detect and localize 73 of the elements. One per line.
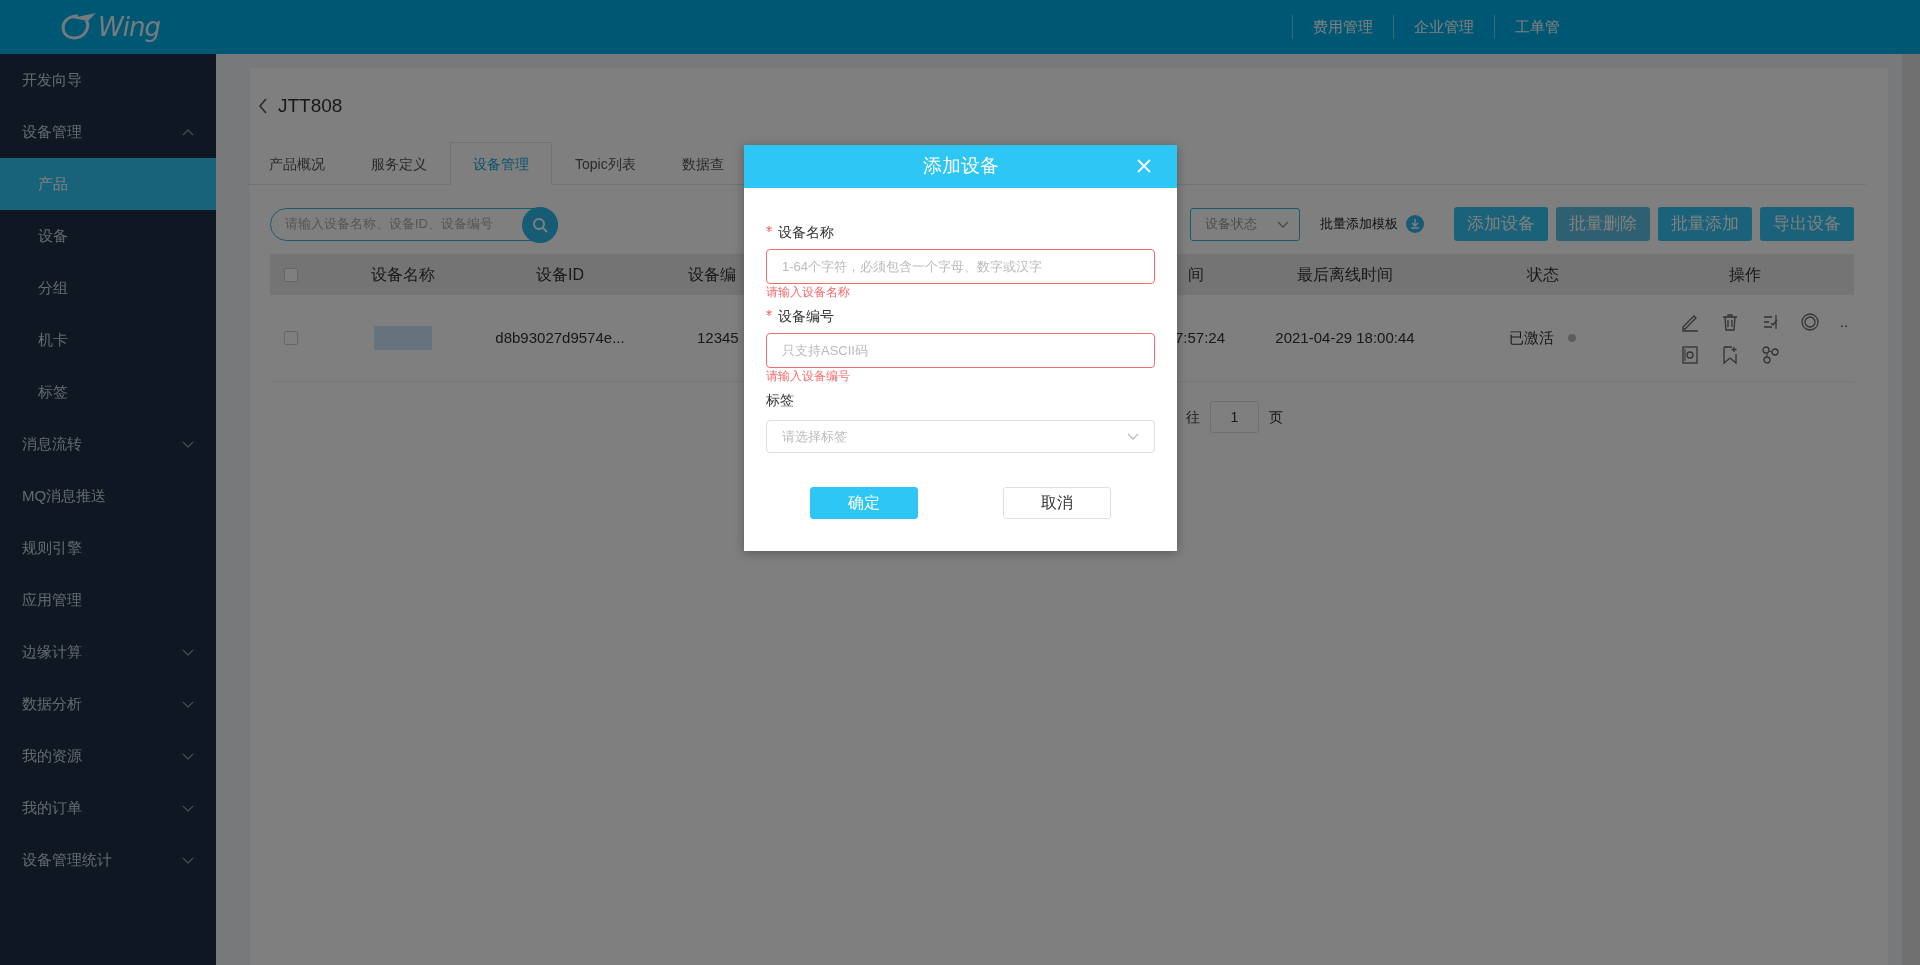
toolbar-button[interactable]: 导出设备 (1760, 207, 1854, 241)
checkbox[interactable] (284, 267, 298, 282)
chevron-down-icon (1127, 433, 1139, 440)
sidebar-subitem[interactable]: 分组 (0, 262, 216, 314)
ring-icon[interactable] (1799, 312, 1820, 332)
search-icon (532, 216, 548, 233)
toolbar-button[interactable]: 批量添加 (1658, 207, 1752, 241)
status-text: 已激活 (1509, 327, 1554, 348)
field-label: 设备名称 (778, 222, 834, 242)
table-cell: 7:57:24 (1174, 328, 1225, 346)
cancel-button[interactable]: 取消 (1003, 487, 1111, 519)
page-title: JTT808 (278, 93, 343, 118)
required-asterisk-icon (766, 310, 772, 316)
scrollbar[interactable] (1902, 54, 1920, 965)
table-cell: 12345 (697, 328, 739, 346)
field-label: 设备编号 (778, 306, 834, 326)
required-asterisk-icon (766, 226, 772, 232)
error-message: 请输入设备名称 (766, 284, 851, 301)
field-label: 标签 (766, 390, 794, 410)
sidebar-group[interactable]: 我的资源 (0, 730, 216, 782)
dialog-title: 添加设备 (922, 154, 999, 179)
safe-icon[interactable] (1680, 345, 1700, 366)
nodes-icon[interactable] (1759, 345, 1780, 366)
page-suffix: 页 (1269, 407, 1283, 427)
toolbar-button[interactable]: 添加设备 (1454, 207, 1548, 241)
page-input[interactable]: 1 (1210, 401, 1259, 433)
sidebar-subitem[interactable]: 设备 (0, 210, 216, 262)
tab[interactable]: 产品概况 (246, 142, 348, 184)
sidebar-group[interactable]: 消息流转 (0, 418, 216, 470)
sidebar-group[interactable]: 我的订单 (0, 782, 216, 834)
sidebar-subitem[interactable]: 机卡 (0, 314, 216, 366)
table-cell: 2021-04-29 18:00:44 (1275, 328, 1415, 346)
status-dot (1568, 334, 1576, 342)
column-header: 设备ID (536, 265, 584, 283)
table-cell: d8b93027d9574e... (495, 328, 625, 346)
tab[interactable]: 设备管理 (450, 142, 552, 185)
sidebar-subitem[interactable]: 标签 (0, 366, 216, 418)
nav-link[interactable]: 费用管理 (1292, 15, 1393, 39)
sidebar-group[interactable]: 设备管理统计 (0, 834, 216, 886)
column-header: 设备名称 (370, 265, 435, 283)
search-button[interactable] (522, 206, 558, 243)
name-thumbnail (373, 326, 432, 350)
chevron-down-icon (1277, 220, 1289, 228)
confirm-button[interactable]: 确定 (810, 487, 918, 519)
tab[interactable]: 数据查 (658, 142, 747, 184)
error-message: 请输入设备编号 (766, 368, 851, 385)
back-icon[interactable] (258, 98, 268, 114)
sidebar-group[interactable]: 边缘计算 (0, 626, 216, 678)
tab[interactable]: Topic列表 (552, 142, 659, 184)
sidebar-group[interactable]: 数据分析 (0, 678, 216, 730)
more-text[interactable]: .. (1839, 310, 1850, 334)
goto-label: 往 (1186, 407, 1200, 427)
column-header: 状态 (1526, 265, 1559, 283)
column-header: 设备编 (688, 265, 736, 283)
column-header: 最后离线时间 (1297, 265, 1393, 283)
nav-link[interactable]: 企业管理 (1393, 15, 1494, 39)
logo-text: Wing (98, 10, 160, 44)
sidebar-item[interactable]: 规则引擎 (0, 522, 216, 574)
sidebar-item[interactable]: 开发向导 (0, 54, 216, 106)
sidebar-group[interactable]: 设备管理 (0, 106, 216, 158)
sidebar-item[interactable]: MQ消息推送 (0, 470, 216, 522)
template-link[interactable]: 批量添加模板 (1320, 214, 1398, 234)
sidebar-subitem[interactable]: 产品 (0, 158, 216, 210)
close-icon[interactable] (1137, 159, 1151, 173)
download-icon[interactable] (1406, 215, 1424, 233)
input-field[interactable]: 只支持ASCII码 (766, 333, 1155, 368)
checkbox[interactable] (284, 331, 298, 345)
sidebar-item[interactable]: 应用管理 (0, 574, 216, 626)
tab[interactable]: 服务定义 (348, 142, 450, 184)
column-header: 操作 (1729, 265, 1761, 283)
column-header: 间 (1188, 265, 1204, 283)
tag-select[interactable]: 请选择标签 (766, 420, 1155, 453)
nav-link[interactable]: 工单管 (1494, 15, 1580, 39)
